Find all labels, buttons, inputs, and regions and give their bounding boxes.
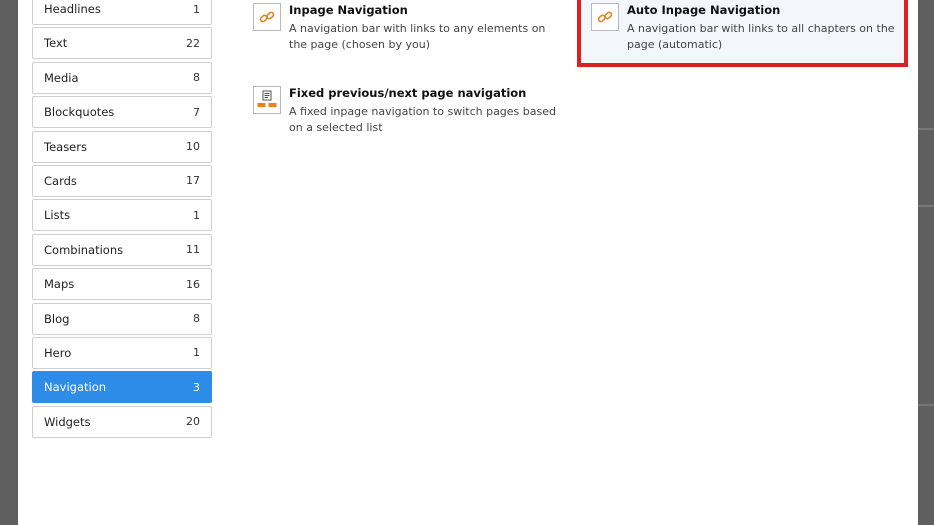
sidebar-item-count: 16 [186, 277, 200, 291]
sidebar-item-maps[interactable]: Maps 16 [32, 268, 212, 301]
sidebar-item-count: 8 [193, 71, 200, 85]
sidebar-item-count: 11 [186, 243, 200, 257]
element-title: Inpage Navigation [289, 3, 408, 17]
category-sidebar: Headlines 1 Text 22 Media 8 Blockquotes … [32, 0, 212, 440]
description-line: page (automatic) [627, 38, 723, 51]
sidebar-item-label: Lists [44, 208, 71, 223]
sidebar-item-count: 7 [193, 105, 200, 119]
description-line: the page (chosen by you) [289, 38, 431, 51]
description-line: on a selected list [289, 121, 383, 134]
element-description: A navigation bar with links to all chapt… [627, 21, 895, 53]
background-divider [918, 128, 934, 130]
sidebar-item-combinations[interactable]: Combinations 11 [32, 233, 212, 266]
sidebar-item-count: 1 [193, 346, 200, 360]
sidebar-item-label: Teasers [44, 139, 87, 154]
description-line: A navigation bar with links to all chapt… [627, 22, 895, 35]
sidebar-item-label: Blockquotes [44, 105, 115, 120]
sidebar-item-count: 17 [186, 174, 200, 188]
element-picker-dialog: Headlines 1 Text 22 Media 8 Blockquotes … [18, 0, 918, 525]
sidebar-item-label: Headlines [44, 2, 101, 16]
sidebar-item-cards[interactable]: Cards 17 [32, 164, 212, 197]
link-icon [591, 3, 619, 31]
sidebar-item-label: Combinations [44, 242, 124, 257]
sidebar-item-widgets[interactable]: Widgets 20 [32, 405, 212, 438]
sidebar-item-headlines[interactable]: Headlines 1 [32, 0, 212, 25]
sidebar-item-text[interactable]: Text 22 [32, 27, 212, 60]
sidebar-item-label: Text [44, 36, 68, 51]
sidebar-item-count: 1 [193, 208, 200, 222]
sidebar-item-hero[interactable]: Hero 1 [32, 336, 212, 369]
sidebar-item-label: Blog [44, 311, 70, 326]
description-line: A fixed inpage navigation to switch page… [289, 105, 556, 118]
element-title: Auto Inpage Navigation [627, 3, 781, 17]
sidebar-item-count: 8 [193, 312, 200, 326]
link-icon [253, 3, 281, 31]
description-line: A navigation bar with links to any eleme… [289, 22, 546, 35]
sidebar-item-label: Widgets [44, 414, 91, 429]
sidebar-item-label: Cards [44, 173, 77, 188]
element-description: A fixed inpage navigation to switch page… [289, 104, 556, 136]
element-description: A navigation bar with links to any eleme… [289, 21, 545, 53]
sidebar-item-navigation[interactable]: Navigation 3 [32, 371, 212, 404]
sidebar-item-lists[interactable]: Lists 1 [32, 199, 212, 232]
background-divider [918, 205, 934, 207]
sidebar-item-teasers[interactable]: Teasers 10 [32, 130, 212, 163]
sidebar-item-label: Maps [44, 277, 75, 292]
element-inpage-navigation[interactable]: Inpage Navigation A navigation bar with … [253, 3, 545, 53]
sidebar-item-label: Media [44, 70, 79, 85]
sidebar-item-count: 20 [186, 415, 200, 429]
sidebar-item-count: 1 [193, 2, 200, 16]
sidebar-item-count: 3 [193, 380, 200, 394]
page-navigation-icon [253, 86, 281, 114]
background-divider [918, 404, 934, 406]
element-title: Fixed previous/next page navigation [289, 86, 527, 100]
sidebar-item-count: 10 [186, 140, 200, 154]
sidebar-item-blog[interactable]: Blog 8 [32, 302, 212, 335]
sidebar-item-label: Hero [44, 345, 72, 360]
sidebar-item-media[interactable]: Media 8 [32, 61, 212, 94]
element-auto-inpage-navigation[interactable]: Auto Inpage Navigation A navigation bar … [591, 3, 895, 53]
element-fixed-prev-next-navigation[interactable]: Fixed previous/next page navigation A fi… [253, 86, 556, 136]
sidebar-item-count: 22 [186, 36, 200, 50]
sidebar-item-label: Navigation [44, 380, 107, 395]
sidebar-item-blockquotes[interactable]: Blockquotes 7 [32, 96, 212, 129]
